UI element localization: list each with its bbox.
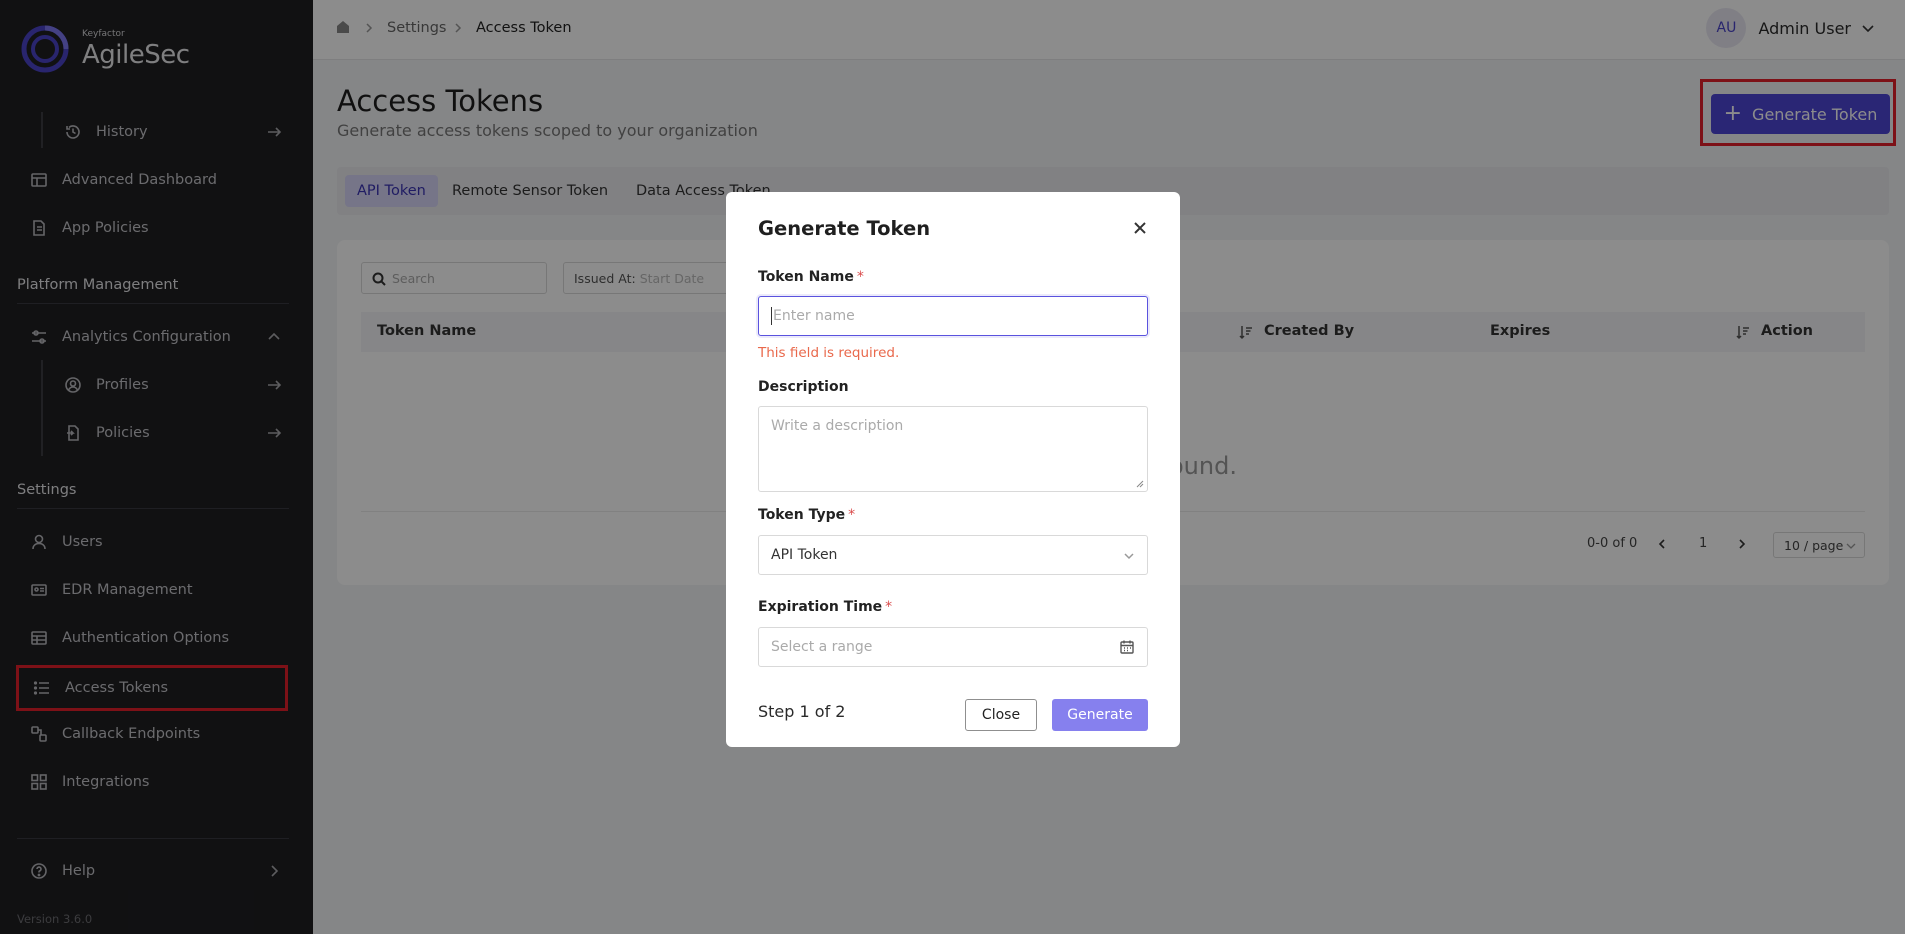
expiration-label-text: Expiration Time bbox=[758, 599, 883, 615]
chevron-down-icon bbox=[1123, 550, 1135, 562]
token-name-error: This field is required. bbox=[758, 345, 900, 361]
token-type-label: Token Type * bbox=[758, 507, 855, 523]
description-label: Description bbox=[758, 379, 849, 395]
generate-button[interactable]: Generate bbox=[1052, 699, 1148, 731]
token-name-label: Token Name * bbox=[758, 269, 864, 285]
token-name-placeholder: Enter name bbox=[773, 308, 855, 324]
token-name-input[interactable]: Enter name bbox=[758, 296, 1148, 336]
modal-title: Generate Token bbox=[758, 217, 931, 240]
generate-token-modal: Generate Token Token Name * Enter name Th… bbox=[726, 192, 1180, 747]
close-icon[interactable] bbox=[1132, 220, 1148, 236]
description-textarea[interactable]: Write a description bbox=[758, 406, 1148, 492]
calendar-icon bbox=[1119, 639, 1135, 655]
required-mark: * bbox=[856, 269, 864, 285]
required-mark: * bbox=[848, 507, 856, 523]
close-button[interactable]: Close bbox=[965, 699, 1037, 731]
required-mark: * bbox=[885, 599, 893, 615]
token-type-label-text: Token Type bbox=[758, 507, 846, 523]
description-placeholder: Write a description bbox=[771, 418, 904, 434]
resize-handle-icon[interactable] bbox=[1136, 480, 1144, 488]
expiration-range-picker[interactable]: Select a range bbox=[758, 627, 1148, 667]
token-type-value: API Token bbox=[771, 547, 838, 563]
step-indicator: Step 1 of 2 bbox=[758, 702, 846, 721]
token-type-select[interactable]: API Token bbox=[758, 535, 1148, 575]
expiration-label: Expiration Time * bbox=[758, 599, 892, 615]
text-cursor bbox=[771, 307, 772, 325]
expiration-placeholder: Select a range bbox=[771, 639, 873, 655]
token-name-label-text: Token Name bbox=[758, 269, 854, 285]
